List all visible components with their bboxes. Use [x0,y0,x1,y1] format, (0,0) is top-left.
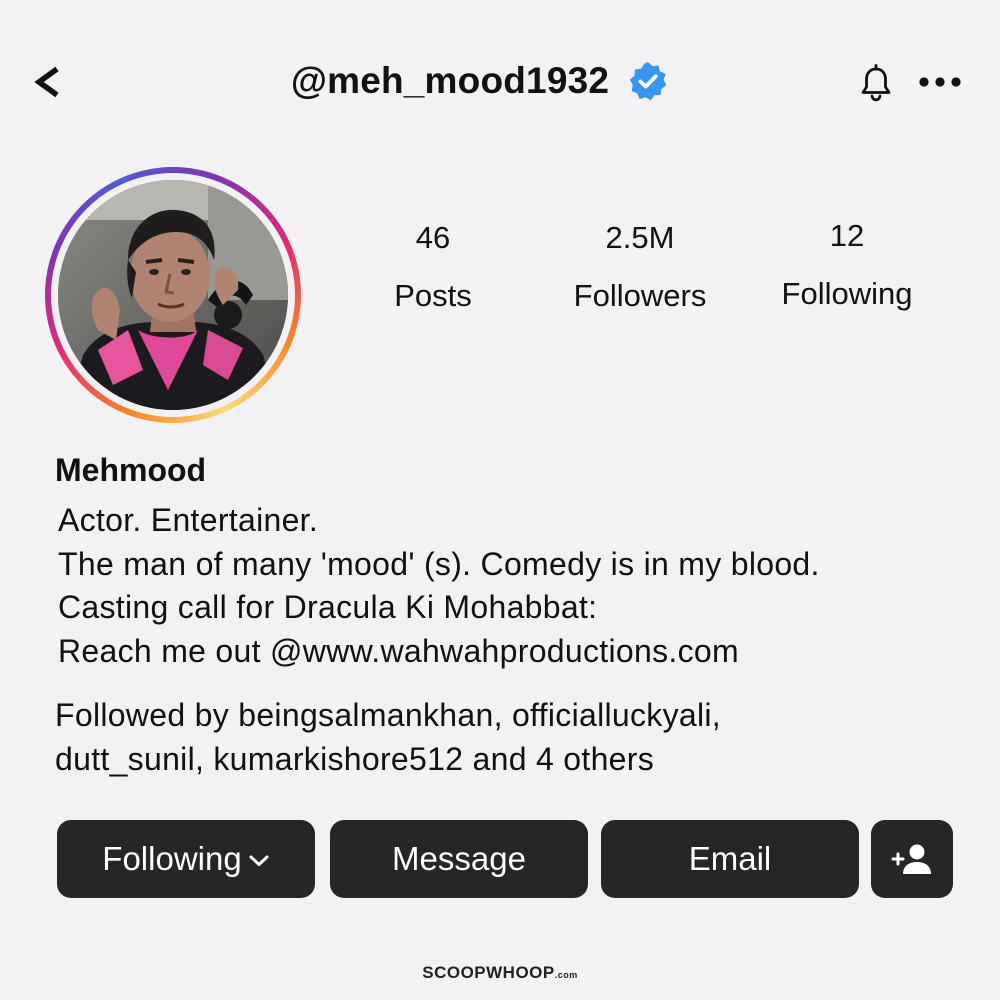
profile-header: @meh_mood1932 [0,56,1000,106]
bio: Actor. Entertainer. The man of many 'moo… [58,499,820,673]
avatar[interactable] [58,180,288,410]
watermark: SCOOPWHOOP.com [0,963,1000,983]
email-button-label: Email [688,840,772,877]
bio-line: Actor. Entertainer. [58,502,319,538]
followed-by-line: dutt_sunil, kumarkishore512 and 4 others [55,740,655,777]
bio-line: Casting call for Dracula Ki Mohabbat: [58,589,598,625]
stat-followers-label: Followers [573,278,707,313]
message-button-label: Message [392,840,526,877]
verified-badge-icon [629,62,667,101]
stat-posts[interactable]: 46 Posts [333,218,533,316]
profile-username: @meh_mood1932 [290,60,610,101]
bio-link-line[interactable]: Reach me out @www.wahwahproductions.com [58,630,820,674]
more-options-button[interactable] [918,70,962,94]
more-horizontal-icon [919,77,961,87]
email-button[interactable]: Email [601,820,859,898]
bio-line: The man of many 'mood' (s). Comedy is in… [58,545,820,582]
back-button[interactable] [30,60,66,104]
profile-photo [58,180,288,410]
add-user-button[interactable] [871,820,953,898]
following-button[interactable]: Following [57,820,315,898]
stat-followers-count: 2.5M [605,220,675,255]
stat-following[interactable]: 12 Following [747,216,947,314]
following-button-label: Following [102,840,242,877]
watermark-brand: SCOOPWHOOP [422,963,555,982]
message-button[interactable]: Message [330,820,588,898]
watermark-tld: .com [554,970,578,980]
bell-icon [861,64,891,102]
stat-following-label: Following [781,276,913,311]
followed-by[interactable]: Followed by beingsalmankhan, officialluc… [55,694,721,781]
notifications-button[interactable] [858,64,894,102]
stat-posts-label: Posts [394,278,472,313]
chevron-down-icon [249,855,269,866]
add-user-icon [891,844,931,874]
stat-following-count: 12 [829,218,865,253]
stat-followers[interactable]: 2.5M Followers [540,218,740,316]
followed-by-line: Followed by beingsalmankhan, officialluc… [55,697,722,733]
display-name: Mehmood [55,452,207,488]
stat-posts-count: 46 [415,220,451,255]
chevron-left-icon [34,66,59,98]
